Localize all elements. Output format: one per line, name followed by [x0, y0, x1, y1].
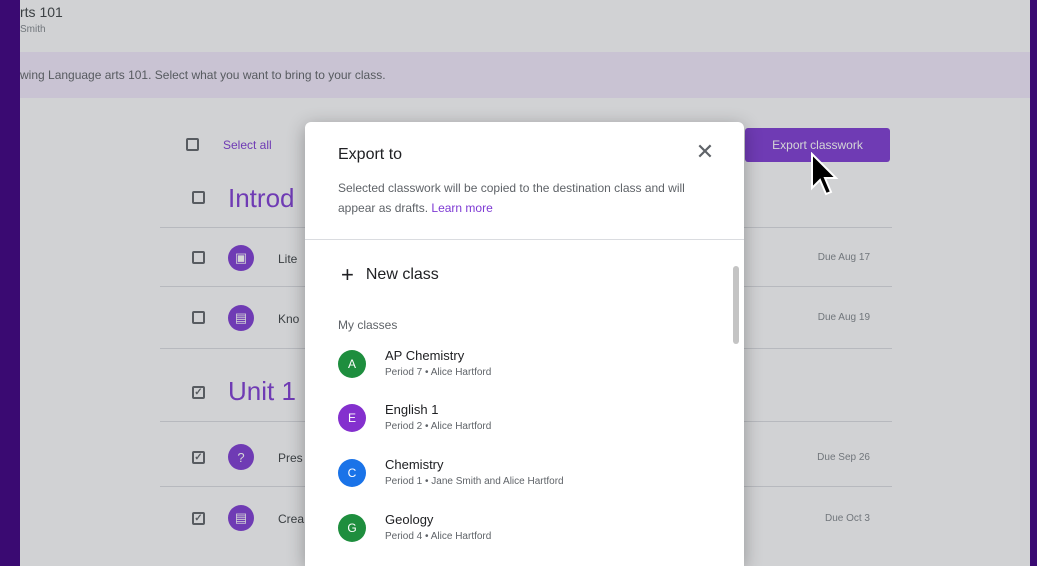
description-text: Selected classwork will be copied to the… [338, 181, 685, 215]
class-avatar: E [338, 404, 366, 432]
new-class-button[interactable]: + New class [341, 264, 439, 286]
learn-more-link[interactable]: Learn more [431, 201, 492, 215]
dialog-description: Selected classwork will be copied to the… [338, 178, 718, 218]
mouse-pointer-icon [811, 152, 839, 196]
class-item-chemistry[interactable]: C Chemistry Period 1 • Jane Smith and Al… [305, 451, 725, 503]
export-dialog: Export to ✕ Selected classwork will be c… [305, 122, 744, 566]
class-detail: Period 7 • Alice Hartford [385, 367, 492, 378]
class-name: Chemistry [385, 457, 444, 472]
my-classes-heading: My classes [338, 318, 398, 332]
scrollbar[interactable] [733, 266, 739, 344]
class-detail: Period 1 • Jane Smith and Alice Hartford [385, 476, 564, 487]
close-icon[interactable]: ✕ [693, 140, 717, 164]
class-item-english-1[interactable]: E English 1 Period 2 • Alice Hartford [305, 396, 725, 448]
new-class-label: New class [365, 266, 439, 283]
class-avatar: C [338, 459, 366, 487]
class-name: Geology [385, 512, 434, 527]
class-item-geology[interactable]: G Geology Period 4 • Alice Hartford [305, 506, 725, 558]
plus-icon: + [341, 262, 354, 287]
class-detail: Period 4 • Alice Hartford [385, 531, 492, 542]
class-avatar: A [338, 350, 366, 378]
class-item-ap-chemistry[interactable]: A AP Chemistry Period 7 • Alice Hartford [305, 342, 725, 394]
class-name: English 1 [385, 402, 439, 417]
class-avatar: G [338, 514, 366, 542]
divider [305, 239, 744, 240]
dialog-title: Export to [338, 146, 403, 163]
class-detail: Period 2 • Alice Hartford [385, 421, 492, 432]
class-name: AP Chemistry [385, 348, 465, 363]
